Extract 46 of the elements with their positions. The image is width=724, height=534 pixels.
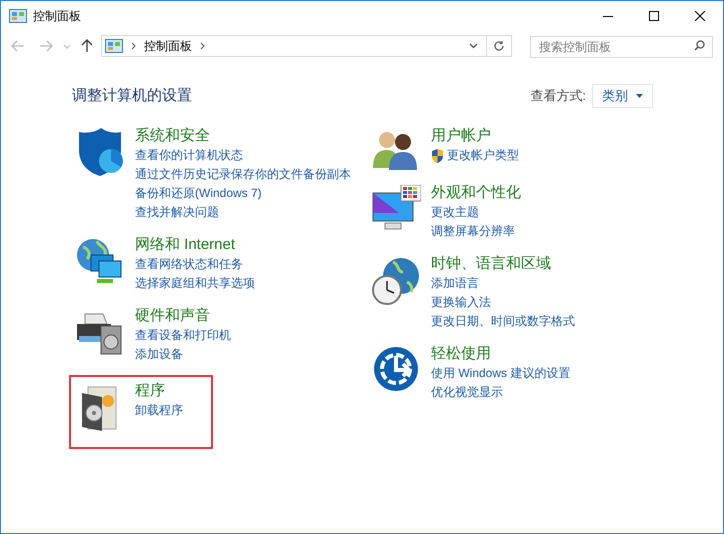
category-title[interactable]: 用户帐户 xyxy=(431,126,519,146)
caret-icon xyxy=(636,94,643,98)
chevron-down-icon[interactable] xyxy=(469,43,478,49)
up-arrow-icon[interactable] xyxy=(81,39,93,53)
task-link[interactable]: 查找并解决问题 xyxy=(135,203,219,222)
breadcrumb-item[interactable]: 控制面板 xyxy=(144,37,192,55)
task-link[interactable]: 备份和还原(Windows 7) xyxy=(135,184,262,203)
task-link[interactable]: 更改帐户类型 xyxy=(447,146,519,165)
search-field[interactable]: 搜索控制面板 xyxy=(530,36,713,58)
category-title[interactable]: 硬件和声音 xyxy=(135,306,231,326)
task-link[interactable]: 优化视觉显示 xyxy=(431,383,503,402)
task-link[interactable]: 更换输入法 xyxy=(431,293,491,312)
maximize-icon xyxy=(649,11,659,21)
task-link[interactable]: 更改日期、时间或数字格式 xyxy=(431,312,575,331)
refresh-icon[interactable] xyxy=(493,40,505,52)
chevron-right-icon xyxy=(200,42,205,50)
page-heading: 调整计算机的设置 xyxy=(72,86,192,106)
control-panel-icon xyxy=(105,39,123,53)
view-by-dropdown[interactable]: 类别 xyxy=(592,84,653,108)
shield-icon xyxy=(431,148,444,162)
category-title[interactable]: 网络和 Internet xyxy=(135,235,255,255)
category-title[interactable]: 外观和个性化 xyxy=(431,183,521,203)
task-link[interactable]: 更改主题 xyxy=(431,203,479,222)
category-title[interactable]: 时钟、语言和区域 xyxy=(431,254,575,274)
task-link[interactable]: 查看网络状态和任务 xyxy=(135,255,243,274)
address-bar[interactable]: 控制面板 xyxy=(101,35,512,57)
category-title[interactable]: 轻松使用 xyxy=(431,344,570,364)
task-link[interactable]: 添加设备 xyxy=(135,345,183,364)
view-by-label: 查看方式: xyxy=(530,87,586,106)
task-link[interactable]: 通过文件历史记录保存你的文件备份副本 xyxy=(135,165,351,184)
chevron-right-icon xyxy=(131,42,136,50)
task-link[interactable]: 查看你的计算机状态 xyxy=(135,146,243,165)
window-title: 控制面板 xyxy=(33,8,81,25)
category-title[interactable]: 系统和安全 xyxy=(135,126,351,146)
task-link[interactable]: 卸载程序 xyxy=(135,401,183,420)
task-link[interactable]: 选择家庭组和共享选项 xyxy=(135,274,255,293)
globe-clock-icon[interactable] xyxy=(371,256,421,306)
task-link[interactable]: 调整屏幕分辨率 xyxy=(431,222,515,241)
task-link[interactable]: 查看设备和打印机 xyxy=(135,326,231,345)
accessibility-icon[interactable] xyxy=(373,346,419,392)
search-icon xyxy=(694,40,705,51)
task-link[interactable]: 添加语言 xyxy=(431,274,479,293)
control-panel-icon xyxy=(9,9,27,23)
close-icon xyxy=(695,11,705,21)
task-link[interactable]: 使用 Windows 建议的设置 xyxy=(431,364,570,383)
category-title[interactable]: 程序 xyxy=(135,381,183,401)
